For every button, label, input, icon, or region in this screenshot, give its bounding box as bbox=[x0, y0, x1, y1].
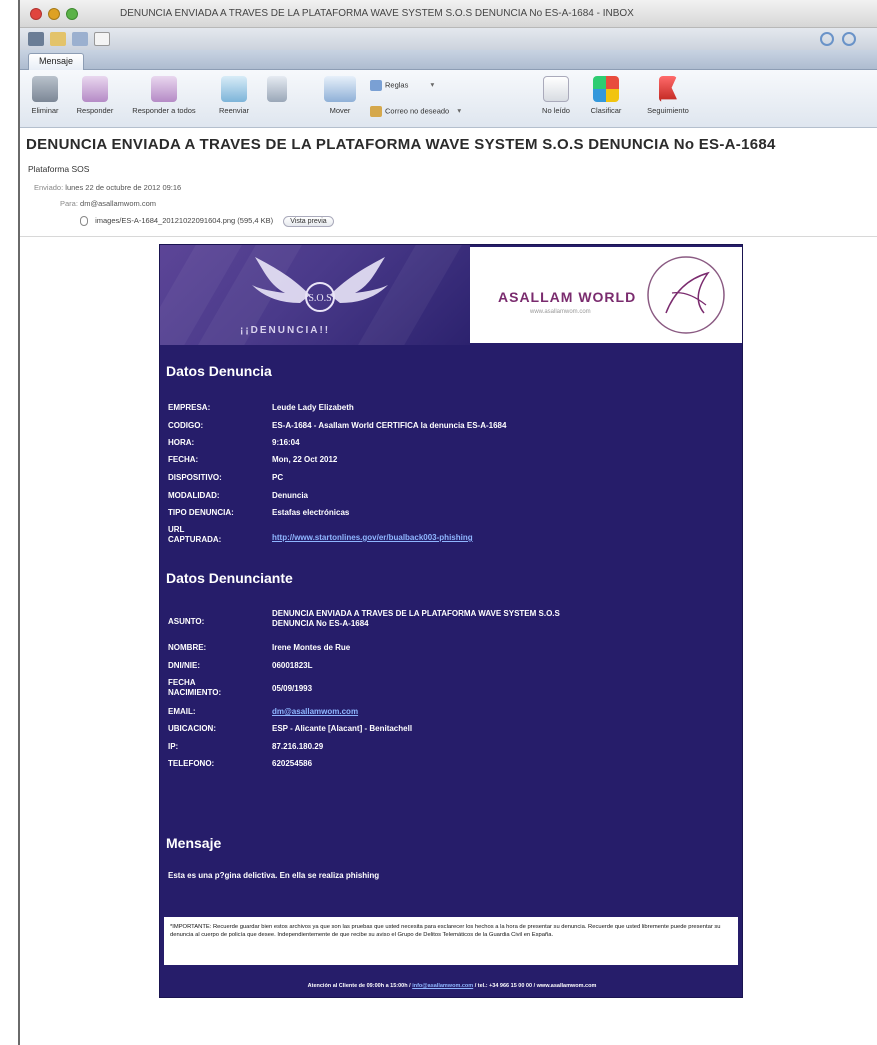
section-message-title: Mensaje bbox=[166, 835, 222, 851]
banner-sos-logo: S.O.S ¡¡DENUNCIA!! bbox=[160, 245, 470, 345]
categorize-button[interactable]: Clasificar bbox=[586, 76, 626, 115]
minimize-window-button[interactable] bbox=[48, 8, 60, 20]
asallam-world-logo: ASALLAM WORLD www.asallamwom.com bbox=[470, 247, 742, 343]
header-divider bbox=[20, 236, 877, 237]
message-sender[interactable]: Plataforma SOS bbox=[28, 164, 89, 174]
to-row: Para: dm@asallamwom.com bbox=[60, 199, 156, 208]
quick-access-bar bbox=[20, 28, 877, 50]
complaint-message-text: Esta es una p?gina delictiva. En ella se… bbox=[168, 871, 380, 880]
reply-button[interactable]: Responder bbox=[70, 76, 120, 115]
move-icon bbox=[324, 76, 356, 102]
rules-icon bbox=[370, 80, 382, 91]
attachment-row: images/ES-A-1684_20121022091604.png (595… bbox=[80, 216, 334, 227]
folder-icon[interactable] bbox=[50, 32, 66, 46]
zoom-window-button[interactable] bbox=[66, 8, 78, 20]
complaint-row: URL CAPTURADA: http://www.startonlines.g… bbox=[168, 525, 728, 549]
next-message-icon[interactable] bbox=[842, 32, 856, 46]
reply-all-button[interactable]: Responder a todos bbox=[124, 76, 204, 115]
attachment-tools-button[interactable] bbox=[264, 76, 290, 106]
mark-unread-button[interactable]: No leído bbox=[536, 76, 576, 115]
sent-row: Enviado: lunes 22 de octubre de 2012 09:… bbox=[34, 183, 181, 192]
mail-message-window: DENUNCIA ENVIADA A TRAVES DE LA PLATAFOR… bbox=[18, 0, 877, 1045]
to-value[interactable]: dm@asallamwom.com bbox=[80, 199, 156, 208]
important-notice: *IMPORTANTE: Recuerde guardar bien estos… bbox=[164, 917, 738, 965]
email-link[interactable]: dm@asallamwom.com bbox=[272, 707, 722, 716]
paperclip-icon bbox=[80, 216, 88, 227]
complainant-row: ASUNTO: DENUNCIA ENVIADA A TRAVES DE LA … bbox=[168, 609, 560, 628]
ribbon-toolbar: Eliminar Responder Responder a todos Ree… bbox=[20, 70, 877, 128]
message-subject: DENUNCIA ENVIADA A TRAVES DE LA PLATAFOR… bbox=[26, 136, 776, 153]
categories-icon bbox=[593, 76, 619, 102]
chevron-down-icon: ▾ bbox=[457, 106, 462, 116]
previous-message-icon[interactable] bbox=[820, 32, 834, 46]
ribbon-tab-bar: Mensaje bbox=[20, 50, 877, 70]
junk-icon bbox=[370, 106, 382, 117]
address-book-icon[interactable] bbox=[72, 32, 88, 46]
forward-button[interactable]: Reenviar bbox=[210, 76, 258, 115]
move-button[interactable]: Mover bbox=[320, 76, 360, 115]
delete-button[interactable]: Eliminar bbox=[24, 76, 66, 115]
sent-value: lunes 22 de octubre de 2012 09:16 bbox=[65, 183, 182, 192]
preview-button[interactable]: Vista previa bbox=[283, 216, 334, 227]
print-icon[interactable] bbox=[28, 32, 44, 46]
title-bar: DENUNCIA ENVIADA A TRAVES DE LA PLATAFOR… bbox=[20, 0, 877, 28]
tab-mensaje[interactable]: Mensaje bbox=[28, 53, 85, 70]
follow-up-button[interactable]: Seguimiento bbox=[640, 76, 696, 115]
footer-email-link[interactable]: info@asallamwom.com bbox=[412, 983, 473, 989]
email-body: S.O.S ¡¡DENUNCIA!! ASALLAM WORLD www.asa… bbox=[159, 244, 743, 998]
rules-button[interactable]: Reglas ▾ bbox=[370, 80, 434, 91]
email-footer: Atención al Cliente de 09:00h a 15:00h /… bbox=[307, 983, 597, 989]
forward-icon bbox=[221, 76, 247, 102]
flag-icon bbox=[659, 76, 677, 102]
to-label: Para: bbox=[60, 199, 78, 208]
brand-name: ASALLAM WORLD bbox=[498, 289, 637, 305]
attachment-tools-icon bbox=[267, 76, 287, 102]
reply-all-icon bbox=[151, 76, 177, 102]
svg-text:S.O.S: S.O.S bbox=[308, 293, 331, 304]
section-complaint-title: Datos Denuncia bbox=[166, 363, 272, 379]
chevron-down-icon: ▾ bbox=[430, 80, 435, 90]
asallam-emblem-icon bbox=[647, 256, 725, 334]
reply-icon bbox=[82, 76, 108, 102]
attachment-file[interactable]: images/ES-A-1684_20121022091604.png (595… bbox=[95, 216, 273, 225]
envelope-icon bbox=[543, 76, 569, 102]
junk-mail-button[interactable]: Correo no deseado ▾ bbox=[370, 106, 461, 117]
trash-icon bbox=[32, 76, 58, 102]
captured-url-link[interactable]: http://www.startonlines.gov/er/bualback0… bbox=[272, 533, 722, 542]
email-banner: S.O.S ¡¡DENUNCIA!! ASALLAM WORLD www.asa… bbox=[160, 245, 744, 345]
message-header: DENUNCIA ENVIADA A TRAVES DE LA PLATAFOR… bbox=[20, 128, 877, 240]
complainant-row: FECHA NACIMIENTO: 05/09/1993 bbox=[168, 678, 313, 697]
new-document-icon[interactable] bbox=[94, 32, 110, 46]
brand-url: www.asallamwom.com bbox=[530, 309, 591, 315]
window-title: DENUNCIA ENVIADA A TRAVES DE LA PLATAFOR… bbox=[120, 8, 634, 19]
close-window-button[interactable] bbox=[30, 8, 42, 20]
section-complainant-title: Datos Denunciante bbox=[166, 570, 293, 586]
banner-denuncia-text: ¡¡DENUNCIA!! bbox=[240, 325, 331, 336]
sent-label: Enviado: bbox=[34, 183, 64, 192]
